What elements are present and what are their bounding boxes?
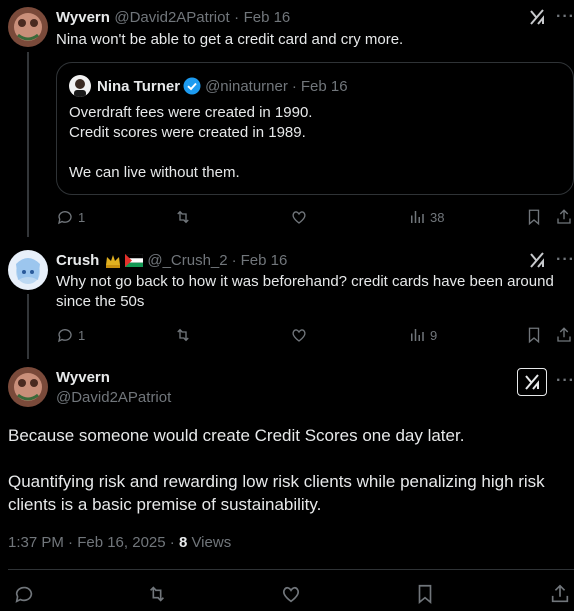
tweet-date[interactable]: Feb 16 <box>244 9 291 26</box>
repost-button[interactable] <box>174 326 192 344</box>
grok-icon[interactable] <box>528 8 546 31</box>
avatar[interactable] <box>8 7 48 47</box>
share-button[interactable] <box>555 326 573 344</box>
share-icon <box>557 327 571 342</box>
tweet-date[interactable]: Feb 16 <box>241 252 288 269</box>
quoted-tweet[interactable]: Nina Turner @ninaturner · Feb 16 Overdra… <box>56 62 574 195</box>
author-handle[interactable]: @David2APatriot <box>114 9 229 26</box>
repost-icon <box>149 586 165 602</box>
tweet-text: Nina won't be able to get a credit card … <box>56 31 404 48</box>
thread-line <box>27 294 29 359</box>
bookmark-icon <box>418 584 432 605</box>
views-button[interactable]: 38 <box>408 208 444 226</box>
more-options-icon[interactable]: ··· <box>556 372 574 390</box>
views-icon <box>411 329 424 341</box>
quote-date: Feb 16 <box>300 77 348 95</box>
heart-icon <box>292 329 306 342</box>
verified-badge-icon <box>183 77 201 95</box>
quote-author-handle: @ninaturner <box>205 77 288 95</box>
share-icon <box>557 209 571 224</box>
views-count: 38 <box>430 209 445 225</box>
heart-icon <box>282 586 300 603</box>
author-name[interactable]: Crush <box>56 252 99 269</box>
tweet-paragraph-1: Because someone would create Credit Scor… <box>8 426 465 445</box>
bookmark-button[interactable] <box>414 583 436 605</box>
reply-icon <box>58 211 72 225</box>
repost-button[interactable] <box>146 583 168 605</box>
bookmark-button[interactable] <box>525 208 543 226</box>
reply-button[interactable]: 1 <box>56 326 85 344</box>
reply-icon <box>15 586 33 603</box>
reply-icon <box>58 329 72 343</box>
bookmark-icon <box>528 327 540 344</box>
grok-button[interactable] <box>517 368 547 396</box>
reply-button[interactable]: 1 <box>56 208 85 226</box>
quote-author-name: Nina Turner <box>97 77 181 95</box>
quote-line-2: Credit scores were created in 1989. <box>69 124 306 141</box>
reply-count: 1 <box>78 327 86 343</box>
author-name[interactable]: Wyvern <box>56 9 110 26</box>
crown-emoji-icon <box>104 253 122 269</box>
flag-emoji-icon <box>125 254 144 267</box>
like-button[interactable] <box>280 583 302 605</box>
repost-icon <box>177 210 189 224</box>
reply-count: 1 <box>78 209 86 225</box>
views-icon <box>411 211 424 223</box>
tweet-timestamp[interactable]: 1:37 PM · Feb 16, 2025 · <box>8 534 179 551</box>
share-button[interactable] <box>549 583 571 605</box>
separator-dot: · <box>234 9 240 26</box>
author-handle[interactable]: @_Crush_2 <box>147 252 227 269</box>
author-handle[interactable]: @David2APatriot <box>56 389 171 406</box>
heart-icon <box>292 211 306 224</box>
views-button[interactable]: 9 <box>408 326 437 344</box>
author-name[interactable]: Wyvern <box>56 369 110 386</box>
views-count: 9 <box>430 327 438 343</box>
repost-button[interactable] <box>174 208 192 226</box>
avatar[interactable] <box>8 250 48 290</box>
avatar[interactable] <box>8 367 48 407</box>
divider <box>8 569 574 570</box>
share-button[interactable] <box>555 208 573 226</box>
tweet-text: Why not go back to how it was beforehand… <box>56 273 554 310</box>
tweet-paragraph-2: Quantifying risk and rewarding low risk … <box>8 472 545 514</box>
more-options-icon[interactable]: ··· <box>556 251 574 269</box>
more-options-icon[interactable]: ··· <box>556 8 574 26</box>
quote-avatar[interactable] <box>69 75 91 97</box>
separator-dot: · <box>291 77 297 95</box>
share-icon <box>551 584 569 603</box>
separator-dot: · <box>231 252 237 269</box>
grok-icon <box>525 374 539 390</box>
repost-icon <box>177 328 189 342</box>
views-label: Views <box>187 534 232 551</box>
reply-button[interactable] <box>13 583 35 605</box>
bookmark-button[interactable] <box>525 326 543 344</box>
like-button[interactable] <box>290 208 308 226</box>
thread-line <box>27 52 29 237</box>
quote-line-1: Overdraft fees were created in 1990. <box>69 104 313 121</box>
grok-icon[interactable] <box>528 251 546 274</box>
like-button[interactable] <box>290 326 308 344</box>
quote-line-3: We can live without them. <box>69 164 240 181</box>
bookmark-icon <box>528 209 540 226</box>
